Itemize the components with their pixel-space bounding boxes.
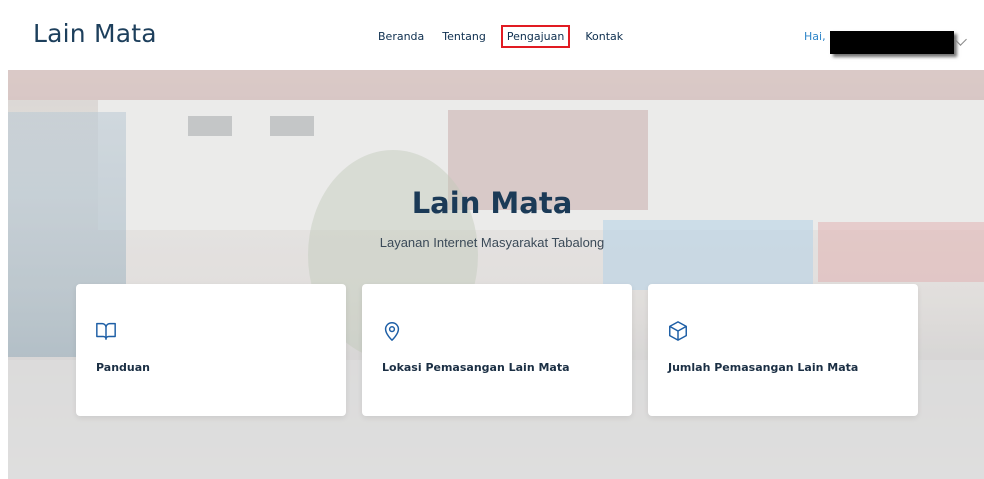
nav-menu: Beranda Tentang Pengajuan Kontak — [378, 25, 641, 48]
card-label: Lokasi Pemasangan Lain Mata — [382, 361, 570, 374]
nav-item-beranda[interactable]: Beranda — [378, 30, 424, 43]
redacted-username — [830, 31, 954, 54]
brand-logo[interactable]: Lain Mata — [33, 19, 157, 48]
nav-item-pengajuan[interactable]: Pengajuan — [500, 25, 571, 48]
nav-item-tentang[interactable]: Tentang — [442, 30, 486, 43]
map-pin-icon — [384, 322, 400, 341]
nav-item-kontak[interactable]: Kontak — [585, 30, 623, 43]
navbar: Lain Mata Beranda Tentang Pengajuan Kont… — [0, 0, 984, 70]
hero-overlay — [8, 70, 984, 479]
hero-subtitle: Layanan Internet Masyarakat Tabalong — [379, 235, 605, 250]
card-label: Jumlah Pemasangan Lain Mata — [668, 361, 859, 374]
card-lokasi-pemasangan[interactable]: Lokasi Pemasangan Lain Mata — [362, 284, 632, 416]
book-icon — [96, 322, 116, 340]
card-panduan[interactable]: Panduan — [76, 284, 346, 416]
box-icon — [669, 321, 687, 341]
chevron-down-icon[interactable] — [954, 33, 967, 46]
card-label: Panduan — [96, 361, 150, 374]
card-jumlah-pemasangan[interactable]: Jumlah Pemasangan Lain Mata — [648, 284, 918, 416]
hero-title: Lain Mata — [411, 186, 573, 220]
hero-background — [8, 70, 984, 479]
